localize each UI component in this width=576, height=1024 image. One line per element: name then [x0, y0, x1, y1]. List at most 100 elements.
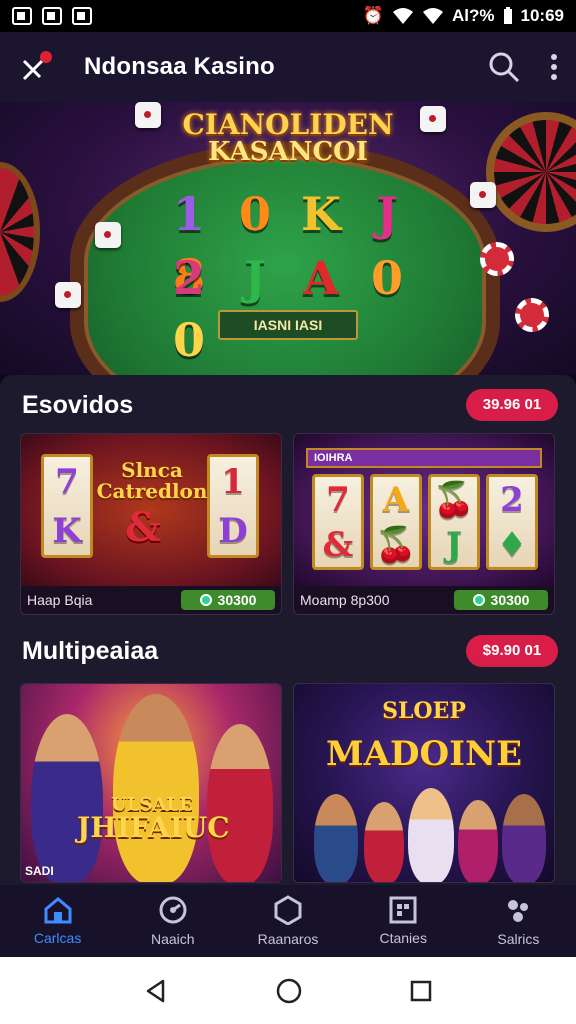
card-label: SADI	[25, 864, 54, 878]
bottom-navigation: Carlcas Naaich Raanaros Ctanies Salrics	[0, 885, 576, 957]
nav-item-timer[interactable]: Naaich	[115, 885, 230, 957]
content-panel: Esovidos 39.96 01 Slnca Catredlon 7 K 1 …	[0, 375, 576, 885]
casino-chip-icon	[515, 298, 549, 332]
reel-symbol: K	[52, 510, 82, 551]
notification-icon	[42, 7, 62, 25]
reel-symbol: 7	[326, 479, 350, 520]
character-figure	[502, 794, 546, 882]
hero-tile: 1	[172, 187, 205, 241]
reel-symbol: D	[218, 510, 248, 551]
hero-banner[interactable]: CIANOLIDEN KASANCOI 1 0 K J 8 2 J A 0 0 …	[0, 102, 576, 375]
game-art-image: SLOEP MADOINE	[294, 684, 554, 882]
dice-icon	[420, 106, 446, 132]
slot-reel: 🍒 J	[428, 474, 480, 570]
slot-machine-image: Slnca Catredlon 7 K 1 D &	[21, 434, 281, 586]
battery-icon	[503, 7, 512, 24]
game-card[interactable]: Slnca Catredlon 7 K 1 D & Haap Bqia 3030…	[20, 433, 282, 615]
home-icon	[44, 897, 72, 924]
nav-item-settings[interactable]: Salrics	[461, 885, 576, 957]
game-art-image: ULSALE JHIFAIUC SADI	[21, 684, 281, 882]
slot-reel: 2 ♦	[486, 474, 538, 570]
character-figure	[314, 794, 358, 882]
timer-icon	[159, 896, 187, 924]
dice-icon	[470, 182, 496, 208]
grid-icon	[389, 896, 417, 924]
hero-title-line1: CIANOLIDEN	[182, 108, 394, 141]
recents-icon[interactable]	[409, 979, 433, 1003]
hero-tile: 0	[370, 251, 403, 305]
search-icon[interactable]	[488, 51, 520, 83]
logo-icon[interactable]	[18, 49, 54, 85]
reel-symbol: J	[445, 524, 463, 565]
card-value-text: 30300	[217, 592, 257, 608]
reel-symbol: 7	[55, 461, 79, 502]
dice-icon	[135, 102, 161, 128]
card-value: 30300	[454, 590, 548, 610]
section-heading-multiplayer: Multipeaiaa	[22, 637, 159, 665]
hero-tile: J	[376, 187, 398, 241]
settings-icon	[508, 900, 529, 922]
roulette-wheel-image	[486, 112, 576, 232]
nav-item-grid[interactable]: Ctanies	[346, 885, 461, 957]
nav-item-home[interactable]: Carlcas	[0, 885, 115, 957]
section-badge[interactable]: $9.90 01	[466, 635, 558, 667]
character-figure	[113, 694, 199, 882]
slot-reels: 1 D	[207, 454, 259, 558]
app-bar: Ndonsaa Kasino	[0, 32, 576, 102]
game-title: ULSALE JHIFAIUC	[77, 796, 230, 842]
coin-icon	[199, 594, 212, 606]
reel-symbol: ♦	[496, 524, 528, 565]
card-value-text: 30300	[490, 592, 530, 608]
hero-tile: 0	[238, 187, 271, 241]
slot-reel: A 🍒	[370, 474, 422, 570]
hero-title: CIANOLIDEN KASANCOI	[180, 110, 396, 167]
reel-symbol: 2	[500, 479, 524, 520]
game-card[interactable]: ULSALE JHIFAIUC SADI	[20, 683, 282, 883]
card-footer: Haap Bqia 30300	[21, 586, 281, 614]
game-title-line2: MADOINE	[325, 734, 522, 774]
hexagon-icon	[274, 895, 302, 925]
card-label: Moamp 8p300	[300, 592, 390, 608]
card-footer: Moamp 8p300 30300	[294, 586, 554, 614]
more-vert-icon[interactable]	[550, 53, 558, 81]
slot-reel: 7 &	[312, 474, 364, 570]
system-navigation-bar	[0, 957, 576, 1024]
slot-reel: 7 K	[41, 454, 93, 558]
hero-tile: 0	[172, 313, 205, 367]
game-title-line1: SLOEP	[382, 698, 466, 724]
nav-label: Ctanies	[379, 930, 427, 946]
game-card[interactable]: IOIHRA 7 & A 🍒 🍒 J 2 ♦ Moamp 8p300 30300	[293, 433, 555, 615]
hero-title-line2: KASANCOI	[208, 137, 368, 168]
reel-symbol: 🍒	[432, 479, 476, 520]
slot-reel: 1 D	[207, 454, 259, 558]
hero-play-button[interactable]: IASNI IASI	[218, 310, 358, 340]
section-badge[interactable]: 39.96 01	[466, 389, 558, 421]
hero-tile: J	[244, 251, 266, 305]
hero-tile: A	[303, 251, 339, 305]
character-figure	[364, 802, 404, 882]
back-icon[interactable]	[143, 978, 169, 1004]
dice-icon	[55, 282, 81, 308]
game-card[interactable]: SLOEP MADOINE	[293, 683, 555, 883]
signal-text: Al?%	[452, 6, 495, 25]
nav-label: Carlcas	[33, 930, 82, 946]
wifi-icon	[423, 8, 444, 24]
slot-reels: 7 & A 🍒 🍒 J 2 ♦	[312, 474, 538, 570]
hero-tile: K	[301, 187, 341, 241]
dice-icon	[95, 222, 121, 248]
card-value: 30300	[181, 590, 275, 610]
notification-icon	[12, 7, 32, 25]
home-circle-icon[interactable]	[275, 977, 303, 1005]
nav-item-hexagon[interactable]: Raanaros	[230, 885, 345, 957]
notification-icon	[72, 7, 92, 25]
wifi-icon	[393, 8, 414, 24]
hero-tiles: 2 J A 0 0	[160, 250, 416, 368]
coin-icon	[472, 594, 485, 606]
section-heading-featured: Esovidos	[22, 391, 134, 419]
reel-symbol: A	[382, 479, 410, 520]
reel-symbol: 🍒	[374, 524, 418, 565]
reel-symbol: &	[125, 504, 162, 551]
nav-label: Raanaros	[257, 931, 319, 947]
character-figure	[408, 788, 454, 882]
hero-tile: 2	[172, 251, 205, 305]
